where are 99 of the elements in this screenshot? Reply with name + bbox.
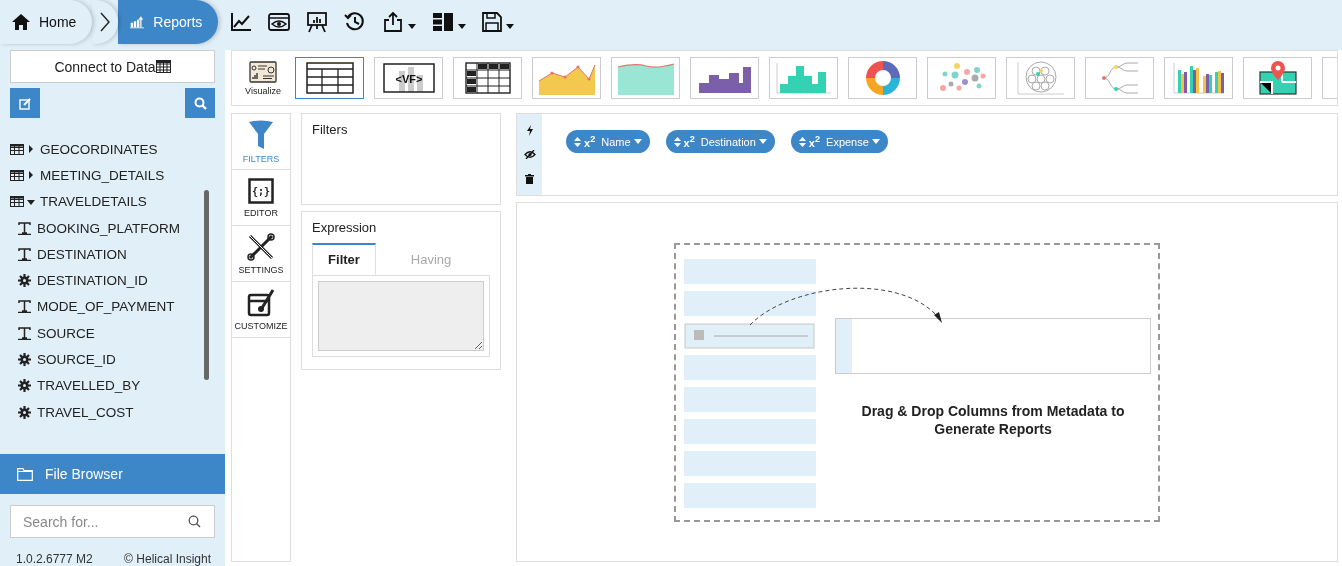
- trash-icon[interactable]: [525, 173, 534, 184]
- breadcrumb-item[interactable]: Reports: [118, 0, 219, 44]
- expression-tab[interactable]: Filter: [312, 243, 376, 275]
- line-chart-icon: [230, 12, 253, 32]
- caret-icon: [458, 23, 467, 29]
- circle-packing-icon: [1015, 61, 1066, 95]
- braces-glyph: {;}: [251, 185, 271, 197]
- history-icon: [344, 11, 367, 33]
- visualize-button[interactable]: Visualize: [241, 60, 285, 96]
- presentation-icon: [306, 11, 329, 33]
- map-pin-icon: [1257, 60, 1298, 96]
- tree-item[interactable]: MEETING_DETAILS: [0, 162, 225, 189]
- chart-type-tile[interactable]: [769, 57, 838, 99]
- gear-icon: [18, 405, 31, 419]
- bar-chart-icon: [130, 14, 145, 30]
- connect-to-data-button[interactable]: Connect to Data: [10, 50, 215, 83]
- tree-item[interactable]: BOOKING_PLATFORM: [0, 214, 225, 242]
- chart-type-tile[interactable]: [1085, 57, 1154, 99]
- gear-icon: [18, 353, 31, 366]
- edit-button[interactable]: [10, 88, 40, 118]
- search-field[interactable]: Search for...: [10, 505, 215, 538]
- field-pill[interactable]: x$^{2}$ Expense: [790, 130, 888, 153]
- gear-icon: [18, 274, 31, 288]
- text-type-icon: [18, 247, 31, 261]
- tools-icon: [247, 232, 275, 261]
- file-browser-bar[interactable]: File Browser: [0, 454, 225, 494]
- crosstab-icon: [464, 62, 511, 94]
- tree-item[interactable]: TRAVELLED_BY: [0, 372, 225, 399]
- tree-item[interactable]: TRAVELDETAILS: [0, 188, 225, 215]
- chart-type-tile[interactable]: [927, 57, 996, 99]
- chart-type-tile[interactable]: [453, 57, 522, 99]
- bar-chart-frame-icon: [382, 63, 435, 93]
- caret-icon: [633, 139, 642, 144]
- sort-icon: [798, 136, 806, 147]
- lightning-icon[interactable]: [526, 125, 533, 137]
- folder-icon: [17, 467, 33, 481]
- scrollbar[interactable]: [204, 190, 209, 380]
- gear-icon: [18, 379, 31, 393]
- chart-type-tile[interactable]: [611, 57, 680, 99]
- chart-type-tile[interactable]: [1243, 57, 1312, 99]
- table-icon: [155, 60, 171, 73]
- chart-type-tile[interactable]: [1164, 57, 1233, 99]
- chart-type-tile[interactable]: [848, 57, 917, 99]
- caret-icon: [506, 23, 515, 29]
- text-type-icon: [18, 326, 31, 340]
- chart-type-tile[interactable]: [532, 57, 601, 99]
- funnel-icon: [248, 119, 274, 150]
- table-icon: [305, 62, 354, 94]
- tree-item[interactable]: DESTINATION_ID: [0, 267, 225, 294]
- caret-icon: [408, 23, 417, 29]
- grouped-bar-chart-icon: [1172, 62, 1225, 94]
- chart-type-tile[interactable]: <VF>: [374, 57, 443, 99]
- file-browser-label: File Browser: [45, 466, 123, 482]
- home-icon: [12, 14, 30, 30]
- search-button[interactable]: [185, 88, 215, 118]
- editor-frame-icon: [248, 177, 274, 204]
- paint-brush-icon: [247, 288, 275, 317]
- dashboard-icon: [249, 60, 277, 83]
- tree-item[interactable]: SOURCE: [0, 320, 225, 347]
- histogram-icon: [775, 62, 832, 94]
- tree-item[interactable]: DESTINATION: [0, 241, 225, 268]
- chart-type-tile[interactable]: [295, 57, 364, 99]
- share-icon: [382, 11, 405, 33]
- hidden-eye-icon[interactable]: [523, 150, 536, 160]
- caret-icon: [758, 139, 767, 144]
- vf-label: <VF>: [395, 73, 422, 85]
- breadcrumb-item[interactable]: Home: [0, 0, 93, 44]
- field-pill[interactable]: x$^{2}$ Destination: [665, 130, 775, 153]
- drag-drop-message: Drag & Drop Columns from Metadata to Generate Reports: [860, 402, 1126, 438]
- tree-item[interactable]: GEOCORDINATES: [0, 136, 225, 163]
- panel-title: Filters: [311, 121, 349, 139]
- caret-icon: [871, 139, 880, 144]
- save-icon: [482, 12, 503, 32]
- table-icon: [10, 143, 24, 155]
- tree-item[interactable]: TRAVEL_COST: [0, 398, 225, 426]
- version-text: 1.0.2.6777 M2: [16, 552, 93, 566]
- donut-chart-icon: [864, 60, 901, 96]
- area-chart-icon: [615, 61, 676, 95]
- search-icon: [193, 96, 207, 110]
- field-pill[interactable]: x$^{2}$ Name: [566, 130, 650, 153]
- panel-title: Expression: [311, 219, 378, 237]
- edit-icon: [18, 96, 32, 110]
- layout-icon: [432, 12, 455, 32]
- sort-icon: [574, 136, 581, 147]
- copyright-text: © Helical Insight: [124, 552, 211, 566]
- table-icon: [10, 196, 24, 208]
- table-icon: [10, 169, 24, 181]
- tree-item[interactable]: MODE_OF_PAYMENT: [0, 293, 225, 321]
- chevron-right-icon: [99, 11, 112, 33]
- chart-type-tile[interactable]: [690, 57, 759, 99]
- text-type-icon: [18, 300, 31, 314]
- tree-diagram-icon: [1099, 61, 1140, 95]
- search-icon: [188, 515, 201, 528]
- expression-input[interactable]: [318, 281, 484, 351]
- tree-item[interactable]: SOURCE_ID: [0, 346, 225, 373]
- text-type-icon: [18, 221, 31, 235]
- chart-type-tile[interactable]: [1006, 57, 1075, 99]
- sort-icon: [673, 136, 681, 147]
- eye-window-icon: [268, 12, 291, 32]
